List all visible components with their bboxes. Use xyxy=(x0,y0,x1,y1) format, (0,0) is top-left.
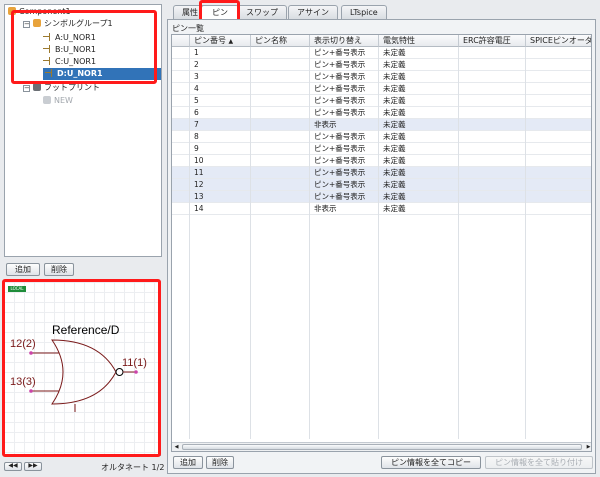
row-divider xyxy=(172,214,591,215)
collapse-symbol-group-icon[interactable]: − xyxy=(23,21,30,28)
prev-alternate-button[interactable]: ◀◀ xyxy=(4,462,22,471)
new-footprint-icon xyxy=(43,96,51,104)
add-symbol-button[interactable]: 追加 xyxy=(6,263,40,276)
unit-symbol-icon xyxy=(43,57,53,65)
row-header-corner xyxy=(172,35,190,47)
tab-ltspice[interactable]: LTspice xyxy=(341,5,387,19)
unit-label: A:U_NOR1 xyxy=(55,33,96,42)
tab-pins[interactable]: ピン xyxy=(201,5,239,20)
column-header-label: ピン番号 xyxy=(194,36,226,45)
column-header-pin-name[interactable]: ピン名称 xyxy=(251,35,310,47)
tab-swap[interactable]: スワップ xyxy=(237,5,287,19)
sort-asc-icon: ▲ xyxy=(228,38,234,45)
copy-all-pins-button[interactable]: ピン情報を全てコピー xyxy=(381,456,481,469)
tree-item-unit-d[interactable]: D:U_NOR1 xyxy=(43,68,161,80)
column-divider xyxy=(189,47,190,439)
tree-item-component[interactable]: Component1 xyxy=(8,6,71,18)
unit-symbol-icon xyxy=(45,69,55,77)
tab-assign[interactable]: アサイン xyxy=(288,5,338,19)
collapse-footprint-icon[interactable]: − xyxy=(23,85,30,92)
tree-root-label: Component1 xyxy=(19,7,71,16)
footprint-new-label: NEW xyxy=(54,96,73,105)
symbol-group-label: シンボルグループ1 xyxy=(44,19,113,28)
unit-label: B:U_NOR1 xyxy=(55,45,96,54)
unit-symbol-icon xyxy=(43,33,53,41)
component-tree[interactable]: Component1 − シンボルグループ1 A:U_NOR1 B:U_NOR1… xyxy=(4,4,162,257)
footprint-icon xyxy=(33,83,41,91)
pin-table[interactable]: ピン番号 ▲ ピン名称 表示切り替え 電気特性 ERC許容電圧 SPICEピンオ… xyxy=(171,34,592,452)
symbol-preview[interactable]: LOCAL Reference/D 12(2) 13(3) 11(1) xyxy=(3,281,161,456)
add-pin-button[interactable]: 追加 xyxy=(173,456,203,469)
scroll-left-arrow[interactable]: ◀ xyxy=(173,444,180,450)
tree-item-unit-b[interactable]: B:U_NOR1 xyxy=(43,44,96,56)
column-header-spice-order[interactable]: SPICEピンオーダー xyxy=(526,35,591,47)
symbol-group-icon xyxy=(33,19,41,27)
column-divider xyxy=(458,47,459,439)
scroll-right-arrow[interactable]: ▶ xyxy=(585,444,591,450)
section-title: ピン一覧 xyxy=(172,24,204,33)
unit-label: D:U_NOR1 xyxy=(57,69,103,78)
column-header-display[interactable]: 表示切り替え xyxy=(310,35,379,47)
tree-item-unit-c[interactable]: C:U_NOR1 xyxy=(43,56,96,68)
column-divider xyxy=(250,47,251,439)
tree-item-footprint[interactable]: フットプリント xyxy=(33,82,100,94)
tree-item-unit-a[interactable]: A:U_NOR1 xyxy=(43,32,96,44)
horizontal-scrollbar[interactable]: ◀ ▶ xyxy=(172,442,591,451)
nor-gate-symbol xyxy=(29,339,138,412)
footprint-label: フットプリント xyxy=(44,83,100,92)
column-header-electrical[interactable]: 電気特性 xyxy=(379,35,459,47)
pins-tab-panel: ピン一覧 ピン番号 ▲ ピン名称 表示切り替え 電気特性 ERC許容電圧 SPI… xyxy=(167,19,596,474)
next-alternate-button[interactable]: ▶▶ xyxy=(24,462,42,471)
tree-item-symbol-group[interactable]: シンボルグループ1 xyxy=(33,18,113,30)
unit-label: C:U_NOR1 xyxy=(55,57,97,66)
tree-item-footprint-new[interactable]: NEW xyxy=(43,95,73,107)
component-icon xyxy=(8,7,16,15)
alternate-label: オルタネート 1/2 xyxy=(101,463,165,472)
scrollbar-thumb[interactable] xyxy=(182,444,582,450)
column-header-erc-voltage[interactable]: ERC許容電圧 xyxy=(459,35,526,47)
column-divider xyxy=(309,47,310,439)
column-header-pin-number[interactable]: ピン番号 ▲ xyxy=(190,35,251,47)
delete-symbol-button[interactable]: 削除 xyxy=(44,263,74,276)
column-divider xyxy=(525,47,526,439)
unit-symbol-icon xyxy=(43,45,53,53)
paste-all-pins-button[interactable]: ピン情報を全て貼り付け xyxy=(485,456,593,469)
column-divider xyxy=(378,47,379,439)
delete-pin-button[interactable]: 削除 xyxy=(206,456,234,469)
